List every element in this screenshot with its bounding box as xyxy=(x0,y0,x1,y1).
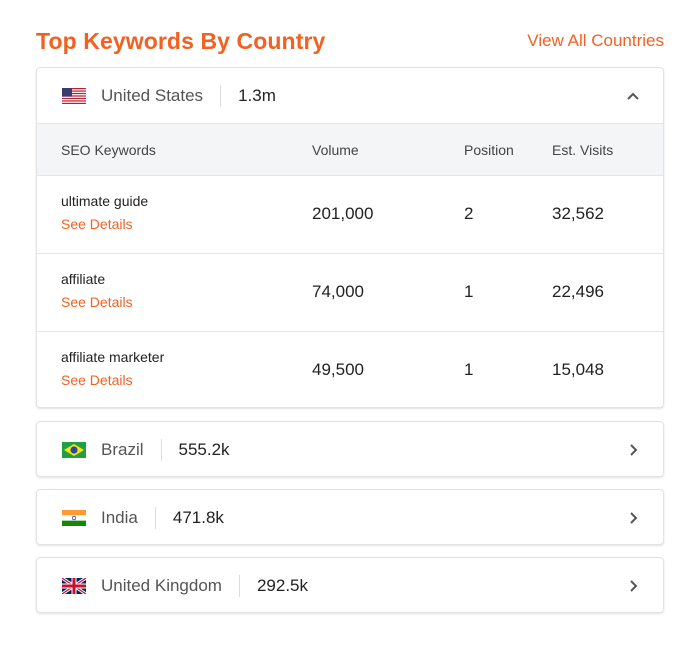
see-details-link[interactable]: See Details xyxy=(61,372,133,388)
volume-value: 74,000 xyxy=(312,282,364,301)
keyword-text: ultimate guide xyxy=(61,193,149,209)
country-header-brazil[interactable]: Brazil 555.2k xyxy=(37,422,663,478)
chevron-right-icon[interactable] xyxy=(625,578,641,594)
country-traffic-value: 292.5k xyxy=(256,576,309,595)
divider xyxy=(220,84,222,107)
country-traffic-value: 1.3m xyxy=(238,85,276,105)
table-row: affiliate marketer See Details 49,500 1 … xyxy=(37,332,663,410)
chevron-right-icon[interactable] xyxy=(625,442,641,458)
table-row: affiliate See Details 74,000 1 22,496 xyxy=(37,254,663,332)
column-header-est-visits: Est. Visits xyxy=(552,142,614,158)
column-header-position: Position xyxy=(464,142,514,158)
country-card-brazil[interactable]: Brazil 555.2k xyxy=(36,421,664,477)
position-value: 2 xyxy=(464,204,474,223)
keyword-text: affiliate xyxy=(61,271,106,287)
country-traffic-value: 471.8k xyxy=(172,508,224,527)
volume-value: 49,500 xyxy=(312,360,364,379)
column-header-volume: Volume xyxy=(312,142,359,158)
divider xyxy=(160,439,162,461)
section-title: Top Keywords By Country xyxy=(36,27,326,54)
divider xyxy=(238,575,240,597)
country-name: United Kingdom xyxy=(101,576,222,595)
country-name: Brazil xyxy=(101,440,144,459)
volume-value: 201,000 xyxy=(312,204,374,223)
divider xyxy=(154,507,156,529)
country-name: India xyxy=(101,508,138,527)
chevron-right-icon[interactable] xyxy=(625,510,641,526)
country-header-united-kingdom[interactable]: United Kingdom 292.5k xyxy=(37,558,663,614)
position-value: 1 xyxy=(464,282,474,301)
country-card-india[interactable]: India 471.8k xyxy=(36,489,664,545)
country-traffic-value: 555.2k xyxy=(178,440,230,459)
table-row: ultimate guide See Details 201,000 2 32,… xyxy=(37,176,663,254)
country-header-united-states[interactable]: United States 1.3m xyxy=(37,68,663,124)
country-name: United States xyxy=(101,85,204,105)
visits-value: 32,562 xyxy=(552,204,604,223)
country-card-united-kingdom[interactable]: United Kingdom 292.5k xyxy=(36,557,664,613)
country-header-india[interactable]: India 471.8k xyxy=(37,490,663,546)
view-all-countries-link[interactable]: View All Countries xyxy=(527,31,664,51)
position-value: 1 xyxy=(464,360,474,379)
section-header: Top Keywords By Country View All Countri… xyxy=(36,26,664,56)
india-flag-icon xyxy=(62,510,86,526)
keyword-text: affiliate marketer xyxy=(61,349,165,365)
visits-value: 15,048 xyxy=(552,360,604,379)
chevron-up-icon[interactable] xyxy=(625,88,641,104)
see-details-link[interactable]: See Details xyxy=(61,216,133,232)
brazil-flag-icon xyxy=(62,442,86,458)
us-flag-icon xyxy=(62,87,86,104)
column-header-keywords: SEO Keywords xyxy=(61,142,156,158)
visits-value: 22,496 xyxy=(552,282,604,301)
country-card-united-states: United States 1.3m SEO Keywords Volume P… xyxy=(36,67,664,408)
keywords-table-header: SEO Keywords Volume Position Est. Visits xyxy=(37,124,663,176)
see-details-link[interactable]: See Details xyxy=(61,294,133,310)
uk-flag-icon xyxy=(62,578,86,594)
